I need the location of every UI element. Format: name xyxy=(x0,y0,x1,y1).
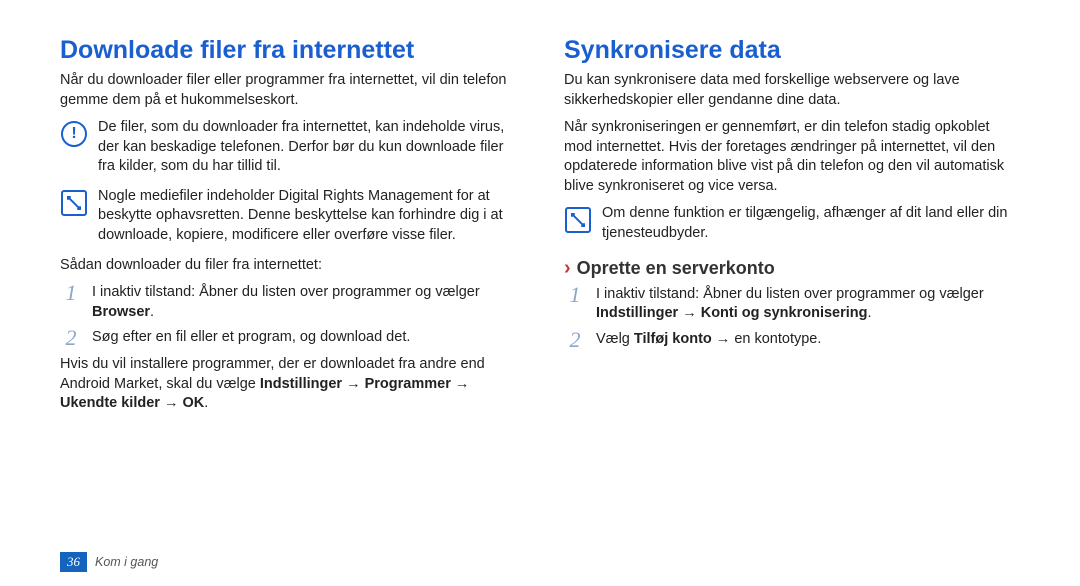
step-text: Vælg Tilføj konto → en kontotype. xyxy=(596,330,1020,350)
left-intro: Når du downloader filer eller programmer… xyxy=(60,71,516,110)
info-icon xyxy=(564,206,592,234)
page-number: 36 xyxy=(60,552,87,572)
step-text: I inaktiv tilstand: Åbner du listen over… xyxy=(92,283,516,322)
step1-pre: I inaktiv tilstand: Åbner du listen over… xyxy=(92,284,480,300)
warning-note: ! De filer, som du downloader fra intern… xyxy=(60,118,516,177)
right-column: Synkronisere data Du kan synkronisere da… xyxy=(564,36,1020,568)
r-step1-pre: I inaktiv tilstand: Åbner du listen over… xyxy=(596,286,984,302)
subheading: Oprette en serverkonto xyxy=(577,258,775,279)
left-title: Downloade filer fra internettet xyxy=(60,36,516,65)
right-steps: 1 I inaktiv tilstand: Åbner du listen ov… xyxy=(564,285,1020,351)
chevron-icon: › xyxy=(564,258,571,278)
footer-section-name: Kom i gang xyxy=(95,555,158,569)
page-footer: 36 Kom i gang xyxy=(60,552,158,572)
step-1: 1 I inaktiv tilstand: Åbner du listen ov… xyxy=(60,283,516,322)
warning-icon: ! xyxy=(60,120,88,148)
r-step1-bold: Indstillinger → Konti og synkronisering xyxy=(596,305,868,321)
info-text-right: Om denne funktion er tilgængelig, afhæng… xyxy=(602,204,1020,243)
r-step2-post: → en kontotype. xyxy=(712,331,822,347)
info-note: Nogle mediefiler indeholder Digital Righ… xyxy=(60,187,516,246)
r-step2-bold: Tilføj konto xyxy=(634,331,712,347)
two-column-layout: Downloade filer fra internettet Når du d… xyxy=(60,36,1020,568)
right-p2: Når synkroniseringen er gennemført, er d… xyxy=(564,118,1020,196)
r-step2-pre: Vælg xyxy=(596,331,634,347)
left-column: Downloade filer fra internettet Når du d… xyxy=(60,36,516,568)
step-2: 2 Vælg Tilføj konto → en kontotype. xyxy=(564,330,1020,351)
step1-bold: Browser xyxy=(92,304,150,320)
step-number: 2 xyxy=(60,327,82,349)
step-1: 1 I inaktiv tilstand: Åbner du listen ov… xyxy=(564,285,1020,324)
warning-text: De filer, som du downloader fra internet… xyxy=(98,118,516,177)
subheading-row: › Oprette en serverkonto xyxy=(564,258,1020,279)
left-steps: 1 I inaktiv tilstand: Åbner du listen ov… xyxy=(60,283,516,349)
info-text: Nogle mediefiler indeholder Digital Righ… xyxy=(98,187,516,246)
step-number: 1 xyxy=(564,284,586,306)
step-number: 2 xyxy=(564,329,586,351)
r-step1-post: . xyxy=(868,305,872,321)
step1-post: . xyxy=(150,304,154,320)
tail-post: . xyxy=(204,395,208,411)
left-lead: Sådan downloader du filer fra internette… xyxy=(60,256,516,276)
right-p1: Du kan synkronisere data med forskellige… xyxy=(564,71,1020,110)
step-text: Søg efter en fil eller et program, og do… xyxy=(92,328,516,348)
info-note-right: Om denne funktion er tilgængelig, afhæng… xyxy=(564,204,1020,243)
step-number: 1 xyxy=(60,282,82,304)
manual-page: Downloade filer fra internettet Når du d… xyxy=(0,0,1080,586)
step-text: I inaktiv tilstand: Åbner du listen over… xyxy=(596,285,1020,324)
step-2: 2 Søg efter en fil eller et program, og … xyxy=(60,328,516,349)
right-title: Synkronisere data xyxy=(564,36,1020,65)
info-icon xyxy=(60,189,88,217)
left-tail: Hvis du vil installere programmer, der e… xyxy=(60,355,516,414)
